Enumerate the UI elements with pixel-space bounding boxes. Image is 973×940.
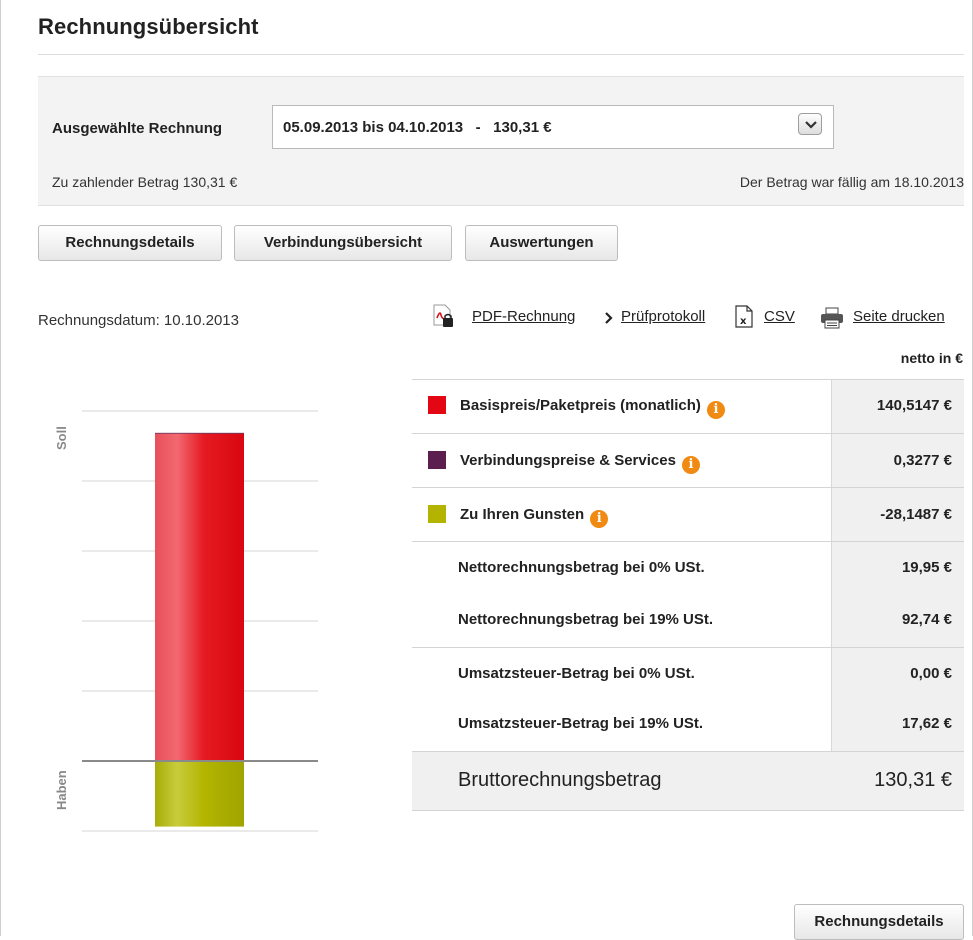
pdf-invoice-link[interactable]: PDF-Rechnung	[472, 308, 575, 325]
rechnungsdetails-footer-button[interactable]: Rechnungsdetails	[794, 904, 964, 940]
table-row-value: 0,00 €	[910, 665, 952, 682]
invoice-select-label: Ausgewählte Rechnung	[52, 120, 223, 137]
csv-link[interactable]: CSV	[764, 308, 795, 325]
info-icon[interactable]: i	[590, 510, 609, 528]
table-row-value: 140,5147 €	[876, 397, 952, 414]
invoice-date: Rechnungsdatum: 10.10.2013	[38, 312, 239, 329]
pdf-lock-icon	[432, 304, 454, 332]
axis-label-positive: Soll	[54, 426, 69, 450]
value-column-bg	[831, 379, 964, 810]
title-divider	[38, 54, 964, 55]
table-row-label: Umsatzsteuer-Betrag bei 19% USt.	[458, 715, 704, 732]
table-row-label: Nettorechnungsbetrag bei 0% USt.	[458, 559, 705, 576]
chart-bar-segment-2	[155, 761, 244, 827]
invoice-select-value: 05.09.2013 bis 04.10.2013 - 130,31 €	[283, 119, 552, 136]
rechnungsdetails-button[interactable]: Rechnungsdetails	[38, 225, 222, 261]
print-page-link[interactable]: Seite drucken	[853, 308, 945, 325]
legend-swatch-gunsten	[428, 505, 446, 523]
row-label-text: Basispreis/Paketpreis (monatlich)	[460, 397, 701, 414]
invoice-selection-panel: Ausgewählte Rechnung 05.09.2013 bis 04.1…	[38, 76, 964, 206]
chevron-right-icon	[604, 311, 614, 328]
invoice-chart: Soll Haben	[38, 380, 338, 860]
table-row-value: 19,95 €	[901, 559, 952, 576]
chart-bar-segment-1	[155, 432, 244, 434]
row-divider	[412, 810, 964, 811]
due-date-text: Der Betrag war fällig am 18.10.2013	[739, 174, 964, 190]
page-title: Rechnungsübersicht	[38, 14, 259, 39]
row-label-text: Verbindungspreise & Services	[460, 452, 676, 469]
info-icon[interactable]: i	[681, 456, 700, 474]
table-row-label: Zu Ihren Gunsten i	[460, 506, 609, 528]
table-row-label: Basispreis/Paketpreis (monatlich) i	[460, 397, 725, 419]
table-row-label: Nettorechnungsbetrag bei 19% USt.	[458, 611, 714, 628]
table-row-value: -28,1487 €	[880, 506, 952, 523]
invoice-table: Basispreis/Paketpreis (monatlich) i 140,5…	[412, 379, 964, 811]
printer-icon	[820, 307, 844, 333]
axis-label-negative: Haben	[54, 770, 69, 810]
chart-bar-segment-0	[155, 433, 244, 761]
audit-log-link[interactable]: Prüfprotokoll	[621, 308, 705, 325]
row-divider	[412, 487, 964, 488]
invoice-select[interactable]: 05.09.2013 bis 04.10.2013 - 130,31 €	[272, 105, 834, 149]
legend-swatch-verbindungspreise	[428, 451, 446, 469]
auswertungen-button[interactable]: Auswertungen	[465, 225, 618, 261]
svg-text:x: x	[740, 316, 747, 327]
chevron-down-icon[interactable]	[798, 113, 822, 135]
info-icon[interactable]: i	[706, 401, 725, 419]
legend-swatch-basispreis	[428, 396, 446, 414]
csv-icon: x	[734, 305, 754, 333]
row-divider	[412, 751, 964, 752]
row-divider	[412, 647, 964, 648]
netto-column-header: netto in €	[900, 350, 963, 366]
row-label-text: Zu Ihren Gunsten	[460, 506, 585, 523]
row-divider	[412, 541, 964, 542]
table-row-label: Verbindungspreise & Services i	[460, 452, 700, 474]
total-value: 130,31 €	[874, 769, 952, 791]
table-row-label: Umsatzsteuer-Betrag bei 0% USt.	[458, 665, 695, 682]
row-divider	[412, 379, 964, 380]
invoice-chart-svg	[82, 410, 318, 832]
row-divider	[412, 433, 964, 434]
table-row-value: 92,74 €	[901, 611, 952, 628]
download-links: PDF-Rechnung Prüfprotokoll x CSV Seite d…	[432, 304, 964, 336]
amount-due-text: Zu zahlender Betrag 130,31 €	[52, 174, 238, 190]
total-label: Bruttorechnungsbetrag	[458, 769, 662, 791]
verbindungsuebersicht-button[interactable]: Verbindungsübersicht	[234, 225, 452, 261]
table-row-value: 17,62 €	[901, 715, 952, 732]
table-row-value: 0,3277 €	[893, 452, 952, 469]
